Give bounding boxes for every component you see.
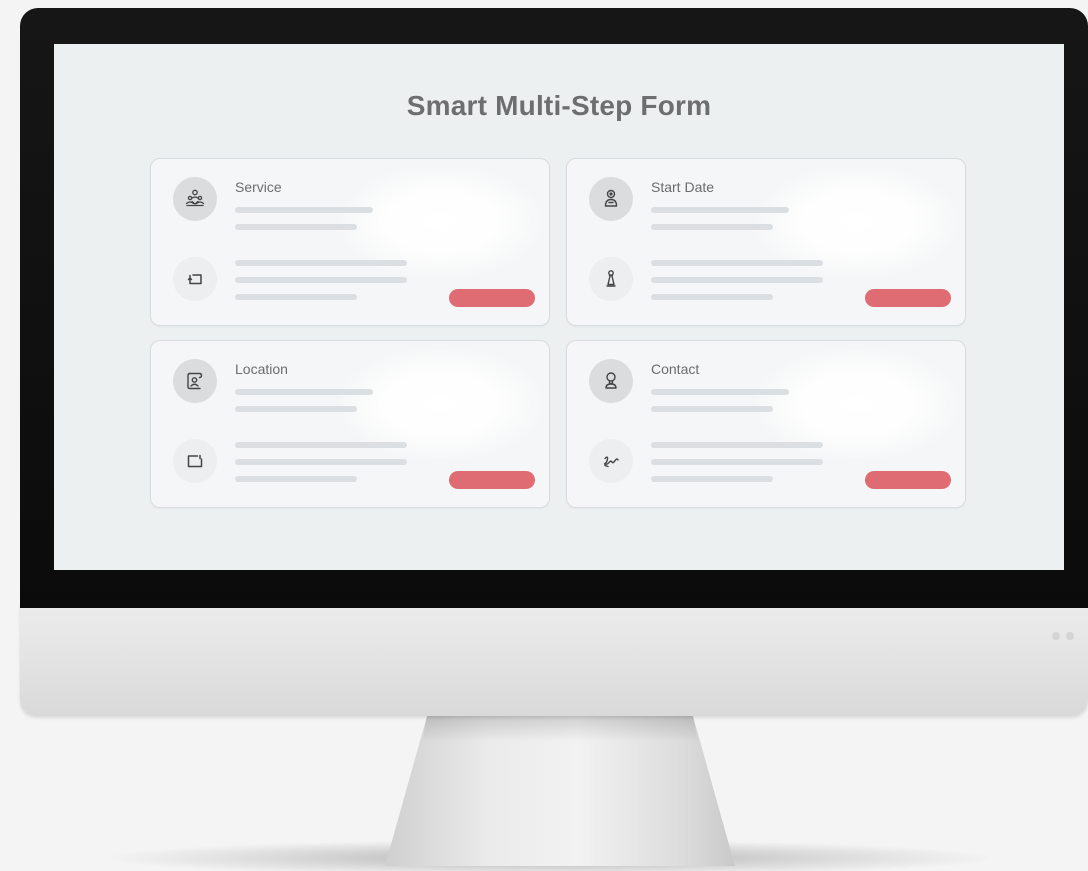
placeholder-line	[651, 224, 773, 230]
placeholder-line	[235, 207, 373, 213]
placeholder-line	[235, 224, 357, 230]
person-badge-icon	[589, 359, 633, 403]
card-label: Service	[235, 179, 282, 195]
continue-button-contact[interactable]	[865, 471, 951, 489]
placeholder-line	[651, 277, 823, 283]
placeholder-line	[651, 442, 823, 448]
placeholder-line	[651, 389, 789, 395]
monitor-screen: Smart Multi-Step Form Service Start Date…	[54, 44, 1064, 570]
form-title: Smart Multi-Step Form	[406, 90, 712, 121]
signature-icon	[589, 439, 633, 483]
placeholder-line	[651, 294, 773, 300]
continue-button-start-date[interactable]	[865, 289, 951, 307]
placeholder-line	[235, 406, 357, 412]
card-label: Start Date	[651, 179, 715, 195]
monitor-stand-shade	[421, 716, 699, 742]
placeholder-line	[651, 476, 773, 482]
indicator-dot	[1066, 632, 1074, 640]
placeholder-line	[235, 260, 407, 266]
monitor-indicator-lights	[1052, 632, 1074, 640]
placeholder-line	[235, 277, 407, 283]
placeholder-line	[235, 459, 407, 465]
frame-icon	[173, 439, 217, 483]
placeholder-line	[235, 476, 357, 482]
placeholder-line	[235, 389, 373, 395]
card-label: Location	[235, 361, 288, 377]
document-corner-icon	[173, 257, 217, 301]
card-label: Contact	[651, 361, 700, 377]
monitor-chin	[20, 604, 1088, 716]
step-card-start-date[interactable]: Start Date	[566, 158, 966, 326]
scene: Smart Multi-Step Form Service Start Date…	[0, 0, 1088, 871]
placeholder-line	[235, 294, 357, 300]
step-card-location[interactable]: Location	[150, 340, 550, 508]
step-card-contact[interactable]: Contact	[566, 340, 966, 508]
placeholder-line	[651, 207, 789, 213]
step-card-service[interactable]: Service	[150, 158, 550, 326]
placeholder-line	[651, 459, 823, 465]
placeholder-line	[651, 260, 823, 266]
people-group-icon	[173, 177, 217, 221]
continue-button-service[interactable]	[449, 289, 535, 307]
indicator-dot	[1052, 632, 1060, 640]
map-scroll-icon	[173, 359, 217, 403]
pawn-icon	[589, 257, 633, 301]
placeholder-line	[235, 442, 407, 448]
person-pin-icon	[589, 177, 633, 221]
placeholder-line	[651, 406, 773, 412]
continue-button-location[interactable]	[449, 471, 535, 489]
